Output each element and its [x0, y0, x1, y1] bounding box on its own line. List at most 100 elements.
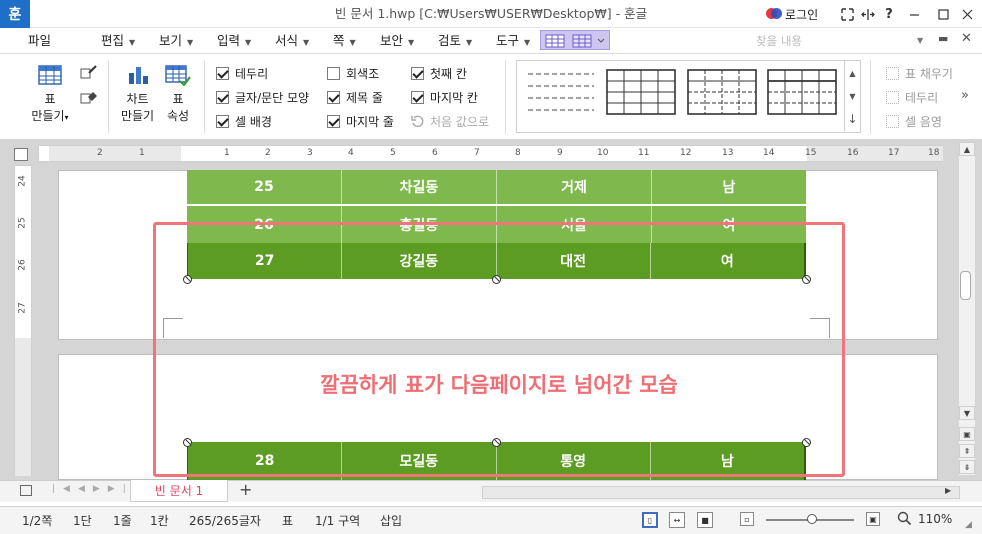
scroll-up-button[interactable]: ▲: [959, 142, 975, 156]
table-cell-gender[interactable]: 남: [652, 170, 806, 204]
menu-view[interactable]: 보기 ▼: [159, 28, 193, 54]
fullscreen-icon[interactable]: [838, 5, 856, 23]
option-first-column[interactable]: 첫째 칸: [411, 64, 467, 82]
zoom-magnifier-icon[interactable]: [897, 511, 912, 529]
chevron-down-icon[interactable]: ▼: [917, 36, 923, 45]
gallery-down-button[interactable]: ▼: [844, 84, 860, 108]
zoom-in-icon[interactable]: ▣: [866, 512, 880, 526]
checkbox[interactable]: [216, 66, 229, 80]
horizontal-ruler[interactable]: 2 1 1 2 3 4 5 6 7 8 9 10 11 12 13 14 15 …: [38, 145, 943, 162]
help-icon[interactable]: ?: [880, 5, 898, 23]
make-chart-button[interactable]: 차트 만들기: [115, 64, 160, 125]
ribbon-collapse-icon[interactable]: ▬: [938, 32, 948, 45]
menu-file[interactable]: 파일: [28, 28, 51, 54]
option-char-para-shape[interactable]: 글자/문단 모양: [216, 88, 309, 106]
option-cell-background[interactable]: 셀 배경: [216, 112, 272, 130]
menu-edit[interactable]: 편집 ▼: [101, 28, 135, 54]
scroll-down-button[interactable]: ▼: [959, 406, 975, 420]
cell-shading-button[interactable]: 셀 음영: [886, 112, 942, 130]
status-page[interactable]: 1/2쪽: [22, 512, 52, 529]
prev-page-button[interactable]: ⇞: [959, 444, 975, 458]
table-cell-name[interactable]: 차길동: [342, 170, 497, 204]
checkbox[interactable]: [327, 114, 340, 128]
table-fill-button[interactable]: 표 채우기: [886, 64, 953, 82]
ruler-mark: 13: [722, 148, 734, 158]
scroll-right-icon[interactable]: ▶: [945, 486, 955, 498]
table-style-bold-header[interactable]: [767, 68, 837, 116]
zoom-level[interactable]: 110%: [918, 512, 952, 526]
table-style-grid[interactable]: [606, 68, 676, 116]
page-layout-view-icon[interactable]: ▯: [642, 512, 658, 528]
login-button[interactable]: 로그인: [766, 4, 818, 24]
ruler-mark: 15: [805, 148, 817, 158]
menu-format[interactable]: 서식 ▼: [275, 28, 309, 54]
table-row[interactable]: 25 차길동 거제 남: [187, 170, 806, 204]
checkbox[interactable]: [216, 114, 229, 128]
ruler-mark: 12: [680, 148, 692, 158]
option-header-row[interactable]: 제목 줄: [327, 88, 383, 106]
menu-review[interactable]: 검토 ▼: [438, 28, 472, 54]
two-page-view-icon[interactable]: ↔: [669, 512, 685, 528]
resize-grip-icon[interactable]: ◢: [965, 520, 972, 530]
close-doc-icon[interactable]: ✕: [961, 31, 972, 46]
find-input[interactable]: 찾을 내용: [754, 31, 929, 51]
checkbox[interactable]: [327, 90, 340, 104]
table-style-dashed[interactable]: [526, 68, 596, 116]
tab-document[interactable]: 빈 문서 1: [130, 480, 228, 502]
checkbox[interactable]: [411, 90, 424, 104]
ribbon-more-icon[interactable]: »: [961, 88, 969, 103]
table-style-grid-dashed[interactable]: [687, 68, 757, 116]
minimize-icon[interactable]: [905, 5, 923, 23]
option-grayscale[interactable]: 회색조: [327, 64, 379, 82]
gallery-up-button[interactable]: ▲: [844, 61, 860, 85]
menu-security[interactable]: 보안 ▼: [380, 28, 414, 54]
ruler-mark: 11: [638, 148, 650, 158]
ruler-mark: 16: [847, 148, 859, 158]
full-page-view-icon[interactable]: ■: [697, 512, 713, 528]
border-button[interactable]: 테두리: [886, 88, 938, 106]
chevron-down-icon: ▼: [187, 38, 194, 47]
ruler-corner-button[interactable]: [14, 148, 28, 161]
gallery-more-button[interactable]: ↓: [844, 107, 860, 131]
option-label: 테두리: [235, 66, 269, 81]
eraser-icon[interactable]: [80, 89, 98, 108]
ruler-mark: 27: [17, 302, 28, 314]
checkbox[interactable]: [327, 66, 340, 80]
close-icon[interactable]: [958, 5, 976, 23]
maximize-icon[interactable]: [934, 5, 952, 23]
horizontal-scrollbar[interactable]: [482, 486, 960, 499]
tab-list-icon[interactable]: [20, 485, 32, 496]
table-properties-button[interactable]: 표 속성: [160, 64, 196, 125]
status-line: 1줄: [113, 514, 132, 528]
menu-insert[interactable]: 입력 ▼: [217, 28, 251, 54]
option-last-row[interactable]: 마지막 줄: [327, 112, 394, 130]
reset-defaults-button[interactable]: 처음 값으로: [411, 112, 489, 130]
chevron-down-icon: ▼: [245, 38, 252, 47]
ruler-mark: 26: [17, 259, 28, 271]
option-last-column[interactable]: 마지막 칸: [411, 88, 478, 106]
ribbon-separator: [204, 60, 205, 134]
vertical-ruler[interactable]: 24 25 26 27: [14, 165, 32, 476]
zoom-out-icon[interactable]: ▫: [740, 512, 754, 526]
table-cell-city[interactable]: 거제: [497, 170, 652, 204]
add-tab-button[interactable]: +: [239, 480, 252, 499]
tab-nav-arrows-icon[interactable]: |◀◀▶▶|: [52, 484, 134, 494]
pen-icon[interactable]: [80, 64, 98, 83]
next-page-button[interactable]: ⇟: [959, 460, 975, 474]
menu-tools[interactable]: 도구 ▼: [496, 28, 530, 54]
app-icon[interactable]: 훈: [0, 0, 30, 28]
checkbox[interactable]: [411, 66, 424, 80]
table-fill-label: 표 채우기: [905, 66, 953, 81]
ribbon-toggle-icon[interactable]: [859, 5, 877, 23]
status-insert-mode[interactable]: 삽입: [380, 512, 402, 529]
zoom-slider-thumb[interactable]: [807, 514, 817, 524]
page-view-button[interactable]: ▣: [959, 427, 975, 441]
table-cell-no[interactable]: 25: [187, 170, 342, 204]
menu-page[interactable]: 쪽 ▼: [333, 28, 356, 54]
make-table-button[interactable]: 표 만들기▾: [25, 64, 75, 126]
table-design-tab-group[interactable]: [540, 30, 610, 50]
checkbox[interactable]: [216, 90, 229, 104]
option-border[interactable]: 테두리: [216, 64, 268, 82]
scroll-thumb[interactable]: [960, 271, 971, 300]
vertical-scrollbar[interactable]: [959, 142, 975, 475]
